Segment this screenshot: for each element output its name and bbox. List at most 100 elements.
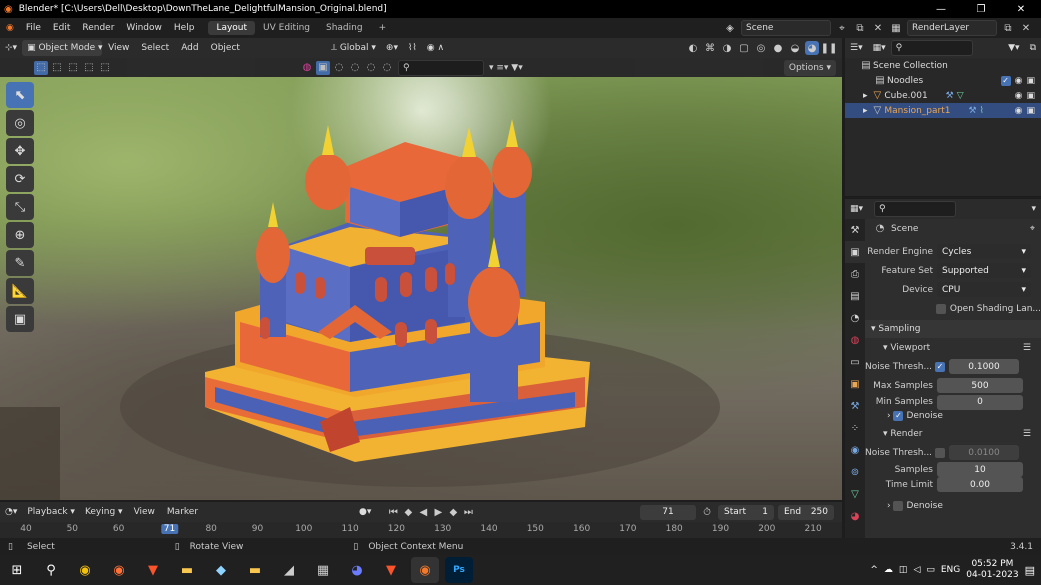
menu-edit[interactable]: Edit — [47, 23, 76, 33]
photoshop-icon[interactable]: Ps — [445, 557, 473, 583]
viewport-subpanel-header[interactable]: ▾ Viewport ☰ — [865, 338, 1041, 357]
vp-noise-threshold-checkbox[interactable]: ✓ — [935, 361, 945, 372]
stopwatch-icon[interactable]: ⏱ — [700, 505, 714, 519]
exclude-checkbox[interactable]: ✓ — [1000, 75, 1011, 86]
object-mode-dropdown[interactable]: ▣ Object Mode ▾ — [22, 40, 103, 56]
playback-menu[interactable]: Playback ▾ — [22, 504, 80, 520]
calculator-icon[interactable]: ▦ — [309, 557, 337, 583]
device-dropdown[interactable]: CPU ▾ — [937, 282, 1031, 297]
volume-icon[interactable]: ◁ — [913, 565, 920, 575]
timeline-marker-menu[interactable]: Marker — [161, 507, 204, 517]
properties-search-input[interactable]: ⚲ — [874, 201, 957, 217]
minimize-button[interactable]: — — [921, 4, 961, 15]
eye-icon[interactable]: ◉ — [1015, 106, 1023, 116]
viewport-menu-view[interactable]: View — [102, 43, 135, 53]
render-tab-icon[interactable]: ▣ — [845, 241, 865, 263]
start-frame-field[interactable]: Start 1 — [718, 504, 774, 520]
gizmo-icon[interactable]: ⌘ — [703, 41, 717, 55]
r-denoise-checkbox[interactable] — [893, 500, 904, 511]
select-tool-icon[interactable]: ⬉ — [6, 82, 34, 108]
blender-taskbar-icon[interactable]: ◉ — [411, 557, 439, 583]
outliner-item-cube001[interactable]: ▸ ▽ Cube.001 ⚒ ▽ ◉ ▣ — [845, 88, 1041, 103]
prev-key-icon[interactable]: ◆ — [401, 505, 415, 519]
eye-icon[interactable]: ◉ — [1015, 76, 1023, 86]
render-icon[interactable]: ▣ — [1026, 76, 1035, 86]
object-icon[interactable]: ▣ — [316, 60, 330, 75]
notes-icon[interactable]: ◆ — [207, 557, 235, 583]
select-intersect-icon[interactable]: ⬚ — [98, 61, 112, 75]
cloud-icon[interactable]: ☁ — [884, 565, 893, 575]
new-scene-icon[interactable]: ⧉ — [853, 21, 867, 35]
view-layer-tab-icon[interactable]: ▤ — [845, 285, 865, 307]
tab-uv-editing[interactable]: UV Editing — [255, 21, 318, 35]
color-picker-icon[interactable]: ◍ — [300, 61, 314, 75]
search-icon[interactable]: ⚲ — [37, 557, 65, 583]
windows-start-icon[interactable]: ⊞ — [3, 557, 31, 583]
orientation-dropdown[interactable]: ⟂ Global ▾ — [326, 40, 381, 56]
options-button[interactable]: Options ▾ — [783, 59, 836, 76]
firefox-icon[interactable]: ◉ — [105, 557, 133, 583]
jump-start-icon[interactable]: ⏮ — [386, 505, 400, 519]
measure-tool-icon[interactable]: 📐 — [6, 278, 34, 304]
scale-tool-icon[interactable]: ⤡ — [6, 194, 34, 220]
proportional-edit-icon[interactable]: ◉ ∧ — [422, 40, 449, 56]
object-tab-icon[interactable]: ▣ — [845, 373, 865, 395]
play-reverse-icon[interactable]: ◀ — [416, 505, 430, 519]
battery-icon[interactable]: ▭ — [926, 565, 935, 575]
outliner-item-noodles[interactable]: ▤ Noodles ✓ ◉ ▣ — [845, 73, 1041, 88]
cursor-tool-icon[interactable]: ◎ — [6, 110, 34, 136]
light-icon[interactable]: ◌ — [364, 61, 378, 75]
delete-scene-icon[interactable]: ✕ — [871, 21, 885, 35]
mesh-icon[interactable]: ◌ — [332, 61, 346, 75]
data-tab-icon[interactable]: ▽ — [845, 483, 865, 505]
notification-icon[interactable]: ▤ — [1025, 564, 1035, 577]
display-mode-dropdown[interactable]: ▦▾ — [868, 40, 891, 56]
rendered-shading-icon[interactable]: ◕ — [805, 41, 819, 55]
file-explorer-icon[interactable]: ▬ — [173, 557, 201, 583]
pause-render-icon[interactable]: ❚❚ — [821, 41, 838, 55]
render-icon[interactable]: ▣ — [1026, 106, 1035, 116]
annotate-tool-icon[interactable]: ✎ — [6, 250, 34, 276]
outliner-editor-type[interactable]: ☰▾ — [845, 40, 868, 56]
vp-noise-threshold-field[interactable]: 0.1000 — [949, 359, 1019, 374]
render-icon[interactable]: ▣ — [1026, 91, 1035, 101]
r-noise-threshold-field[interactable]: 0.0100 — [949, 445, 1019, 460]
viewport-menu-object[interactable]: Object — [205, 43, 246, 53]
xray-icon[interactable]: ▢ — [737, 41, 751, 55]
sampling-panel-header[interactable]: ▾ Sampling — [865, 320, 1041, 338]
r-time-limit-field[interactable]: 0.00 — [937, 477, 1023, 492]
end-frame-field[interactable]: End 250 — [778, 504, 834, 520]
expand-icon[interactable]: ▸ — [863, 91, 870, 101]
viewport-menu-add[interactable]: Add — [175, 43, 204, 53]
world-tab-icon[interactable]: ◍ — [845, 329, 865, 351]
3d-viewport[interactable]: ⬉ ◎ ✥ ⟳ ⤡ ⊕ ✎ 📐 ▣ — [0, 77, 842, 500]
scene-tab-icon[interactable]: ◔ — [845, 307, 865, 329]
vp-max-samples-field[interactable]: 500 — [937, 378, 1023, 393]
constraints-tab-icon[interactable]: ⊚ — [845, 461, 865, 483]
visibility-icon[interactable]: ◐ — [686, 41, 700, 55]
scene-selector[interactable]: Scene — [741, 20, 831, 36]
network-icon[interactable]: ◫ — [899, 565, 908, 575]
filter-search-input[interactable]: ⚲ — [398, 59, 484, 76]
pivot-icon[interactable]: ⊕▾ — [381, 40, 403, 56]
feature-set-dropdown[interactable]: Supported ▾ — [937, 263, 1031, 278]
physics-tab-icon[interactable]: ◉ — [845, 439, 865, 461]
outliner-filter-icon[interactable]: ▼▾ — [1003, 40, 1024, 56]
tool-tab-icon[interactable]: ⚒ — [845, 219, 865, 241]
timeline-ruler[interactable]: 40 50 60 71 80 90 100 110 120 130 140 150 160 170 180 1… — [0, 522, 842, 538]
list-icon[interactable]: ☰ — [1023, 429, 1031, 439]
select-box-icon[interactable]: ⬚ — [34, 60, 48, 75]
timeline-editor-type[interactable]: ◔▾ — [0, 504, 22, 520]
menu-window[interactable]: Window — [120, 23, 168, 33]
add-cube-tool-icon[interactable]: ▣ — [6, 306, 34, 332]
vp-denoise-checkbox[interactable]: ✓ — [893, 410, 904, 421]
discord-icon[interactable]: ◕ — [343, 557, 371, 583]
menu-file[interactable]: File — [20, 23, 47, 33]
osl-checkbox[interactable] — [936, 303, 946, 314]
material-tab-icon[interactable]: ◕ — [845, 505, 865, 527]
close-button[interactable]: ✕ — [1001, 4, 1041, 15]
render-engine-dropdown[interactable]: Cycles ▾ — [937, 244, 1031, 259]
modifier-tab-icon[interactable]: ⚒ — [845, 395, 865, 417]
filter-dropdown[interactable]: ▾ ≡▾ ▼▾ — [484, 60, 528, 76]
properties-editor-type[interactable]: ▦▾ — [845, 201, 868, 217]
